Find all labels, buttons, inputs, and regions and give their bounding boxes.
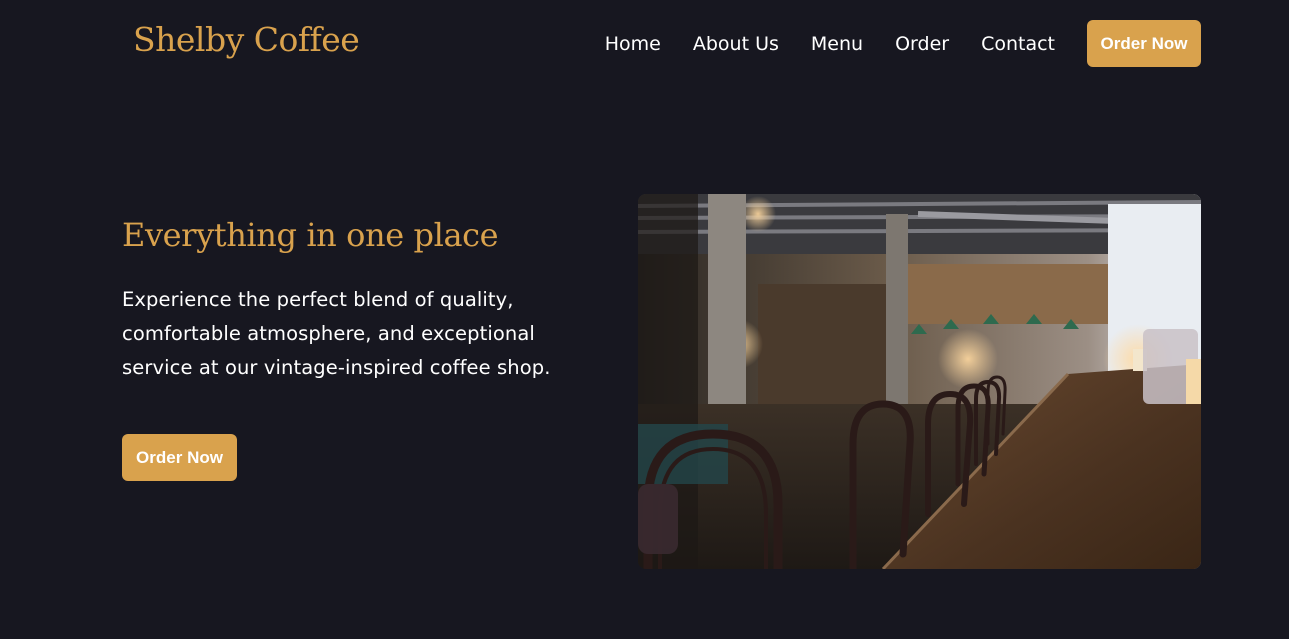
hero-description: Experience the perfect blend of quality,… [122, 288, 551, 379]
nav-link-menu[interactable]: Menu [811, 33, 863, 55]
header-order-now-button[interactable]: Order Now [1087, 20, 1201, 67]
nav-link-order[interactable]: Order [895, 33, 949, 55]
nav-link-about-us[interactable]: About Us [693, 33, 779, 55]
nav-link-contact[interactable]: Contact [981, 33, 1055, 55]
main-nav: Home About Us Menu Order Contact Order N… [605, 20, 1201, 67]
hero-order-now-button[interactable]: Order Now [122, 434, 237, 481]
nav-link-home[interactable]: Home [605, 33, 661, 55]
hero-title: Everything in one place [122, 216, 499, 254]
site-logo[interactable]: Shelby Coffee [133, 20, 360, 59]
cafe-interior-image [638, 194, 1201, 569]
